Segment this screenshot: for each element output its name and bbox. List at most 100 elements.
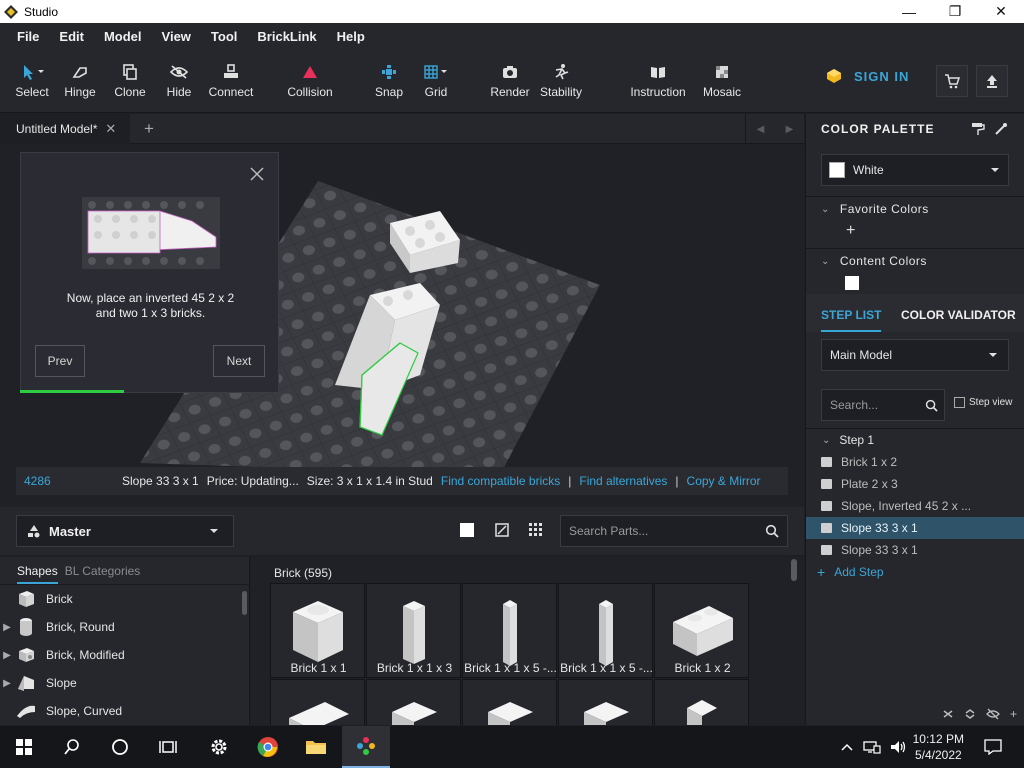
add-favorite-color-button[interactable]: + (846, 222, 855, 240)
step-search-input[interactable]: Search... (821, 389, 945, 421)
parts-scrollbar[interactable] (791, 559, 797, 581)
menu-tool[interactable]: Tool (204, 29, 250, 44)
part-tile-row2-4[interactable] (558, 679, 653, 725)
edit-color-icon[interactable] (494, 522, 510, 538)
part-tile-brick-1x2[interactable]: Brick 1 x 2 (654, 583, 749, 678)
collapse-all-icon[interactable] (942, 708, 954, 720)
hide-tool-button[interactable]: Hide (149, 62, 209, 99)
hide-steps-icon[interactable] (986, 708, 1000, 720)
part-tile-brick-1x1[interactable]: Brick 1 x 1 (270, 583, 365, 678)
add-step-button[interactable]: + Add Step (806, 561, 1024, 583)
part-tile-row2-1[interactable] (270, 679, 365, 725)
part-tile-brick-1x1x5-b[interactable]: Brick 1 x 1 x 5 -... (558, 583, 653, 678)
chevron-right-icon[interactable]: ▶ (0, 650, 14, 661)
menu-model[interactable]: Model (97, 29, 155, 44)
start-button[interactable] (0, 726, 48, 768)
shape-item-brick-modified[interactable]: ▶ Brick, Modified (0, 641, 249, 669)
part-tile-brick-1x1x5-a[interactable]: Brick 1 x 1 x 5 -... (462, 583, 557, 678)
minimize-button[interactable]: — (886, 0, 932, 23)
step-item[interactable]: Slope 33 3 x 1 (806, 539, 1024, 561)
part-tile-brick-1x1x3[interactable]: Brick 1 x 1 x 3 (366, 583, 461, 678)
notifications-icon[interactable] (984, 739, 1002, 755)
maximize-button[interactable]: ❐ (932, 0, 978, 23)
menu-edit[interactable]: Edit (52, 29, 97, 44)
search-taskbar-button[interactable] (48, 726, 96, 768)
palette-select[interactable]: Master (16, 515, 234, 547)
part-tile-row2-3[interactable] (462, 679, 557, 725)
search-icon[interactable] (765, 524, 779, 538)
shape-item-brick[interactable]: Brick (0, 585, 249, 613)
add-tab-button[interactable]: + (144, 119, 154, 139)
expand-all-icon[interactable] (964, 708, 976, 720)
upload-button[interactable] (976, 65, 1008, 97)
favorite-colors-section[interactable]: ⌄ Favorite Colors (821, 202, 929, 216)
close-icon[interactable] (248, 165, 266, 183)
menu-file[interactable]: File (10, 29, 52, 44)
tab-close-icon[interactable]: ✕ (105, 121, 116, 137)
find-compatible-link[interactable]: Find compatible bricks (441, 474, 560, 488)
eyedropper-icon[interactable] (994, 122, 1008, 136)
close-window-button[interactable]: ✕ (978, 0, 1024, 23)
file-explorer-taskbar-button[interactable] (292, 726, 340, 768)
chevron-up-icon[interactable] (841, 743, 853, 751)
tab-prev-icon[interactable]: ◀ (757, 124, 765, 135)
color-select[interactable]: White (821, 154, 1009, 186)
chevron-right-icon[interactable]: ▶ (0, 678, 14, 689)
mosaic-tool-button[interactable]: Mosaic (692, 62, 752, 99)
chevron-right-icon[interactable]: ▶ (0, 622, 14, 633)
stability-tool-button[interactable]: Stability (531, 62, 591, 99)
brick-icon (821, 501, 832, 511)
grid-view-icon[interactable] (528, 522, 544, 538)
shape-item-brick-round[interactable]: ▶ Brick, Round (0, 613, 249, 641)
network-icon[interactable] (862, 739, 881, 755)
model-select[interactable]: Main Model (821, 339, 1009, 371)
part-id-link[interactable]: 4286 (24, 474, 122, 488)
grid-tool-button[interactable]: Grid (406, 62, 466, 99)
step-header[interactable]: ⌄ Step 1 (806, 429, 1024, 451)
paint-roller-icon[interactable] (971, 122, 985, 136)
instruction-tool-button[interactable]: Instruction (628, 62, 688, 99)
find-alternatives-link[interactable]: Find alternatives (579, 474, 667, 488)
content-color-swatch[interactable] (845, 276, 859, 290)
step-item[interactable]: Plate 2 x 3 (806, 473, 1024, 495)
step-item-selected[interactable]: Slope 33 3 x 1 (806, 517, 1024, 539)
menu-bricklink[interactable]: BrickLink (250, 29, 329, 44)
menu-help[interactable]: Help (330, 29, 378, 44)
cart-button[interactable] (936, 65, 968, 97)
task-view-button[interactable] (144, 726, 192, 768)
shapes-scrollbar[interactable] (242, 591, 247, 615)
parts-search-input[interactable]: Search Parts... (560, 515, 788, 547)
next-button[interactable]: Next (213, 345, 265, 377)
sign-in-button[interactable]: SIGN IN (826, 68, 909, 84)
chrome-taskbar-button[interactable] (244, 726, 292, 768)
tab-step-list[interactable]: STEP LIST (821, 308, 882, 332)
studio-taskbar-button[interactable] (342, 726, 390, 768)
tab-untitled-model[interactable]: Untitled Model* ✕ (0, 114, 130, 144)
connect-tool-button[interactable]: Connect (201, 62, 261, 99)
copy-mirror-link[interactable]: Copy & Mirror (687, 474, 761, 488)
settings-taskbar-button[interactable] (195, 726, 243, 768)
menu-view[interactable]: View (155, 29, 204, 44)
prev-button[interactable]: Prev (35, 345, 85, 377)
add-icon[interactable]: + (1010, 707, 1017, 721)
content-colors-section[interactable]: ⌄ Content Colors (821, 254, 927, 268)
shape-item-slope[interactable]: ▶ Slope (0, 669, 249, 697)
tab-next-icon[interactable]: ▶ (786, 124, 794, 135)
window-title: Studio (24, 4, 59, 19)
3d-viewport[interactable]: Now, place an inverted 45 2 x 2 and two … (0, 145, 804, 507)
tab-shapes[interactable]: Shapes (17, 564, 58, 584)
part-tile-row2-2[interactable] (366, 679, 461, 725)
tab-color-validator[interactable]: COLOR VALIDATOR (901, 308, 1016, 322)
step-view-checkbox[interactable]: Step view (954, 397, 1012, 408)
volume-icon[interactable] (889, 739, 907, 755)
color-view-icon[interactable] (459, 522, 475, 538)
taskbar-clock[interactable]: 10:12 PM 5/4/2022 (913, 731, 964, 763)
tab-bl-categories[interactable]: BL Categories (65, 564, 141, 578)
collision-tool-button[interactable]: Collision (280, 62, 340, 99)
shape-item-slope-curved[interactable]: Slope, Curved (0, 697, 249, 725)
step-item[interactable]: Slope, Inverted 45 2 x ... (806, 495, 1024, 517)
part-tile-row2-5[interactable] (654, 679, 749, 725)
search-icon[interactable] (925, 399, 938, 412)
cortana-button[interactable] (96, 726, 144, 768)
step-item[interactable]: Brick 1 x 2 (806, 451, 1024, 473)
